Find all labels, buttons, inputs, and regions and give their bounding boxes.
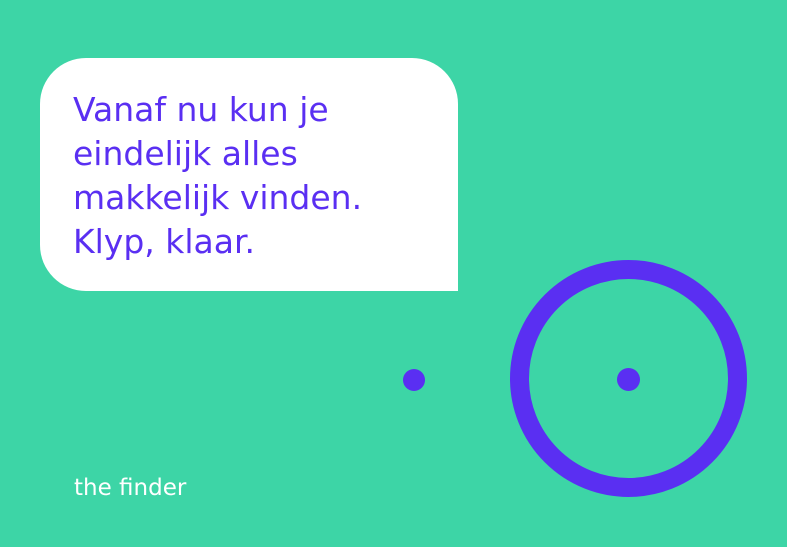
- message-line-4: Klyp, klaar.: [73, 222, 256, 261]
- message-line-2: eindelijk alles: [73, 134, 298, 173]
- ad-canvas: Vanaf nu kun je eindelijk alles makkelij…: [0, 0, 787, 547]
- ring-center-dot-icon: [617, 368, 640, 391]
- message-line-3: makkelijk vinden.: [73, 178, 363, 217]
- message-line-1: Vanaf nu kun je: [73, 90, 329, 129]
- brand-tagline: the finder: [74, 475, 187, 501]
- speech-bubble-message: Vanaf nu kun je eindelijk alles makkelij…: [73, 88, 453, 264]
- dot-icon: [403, 369, 425, 391]
